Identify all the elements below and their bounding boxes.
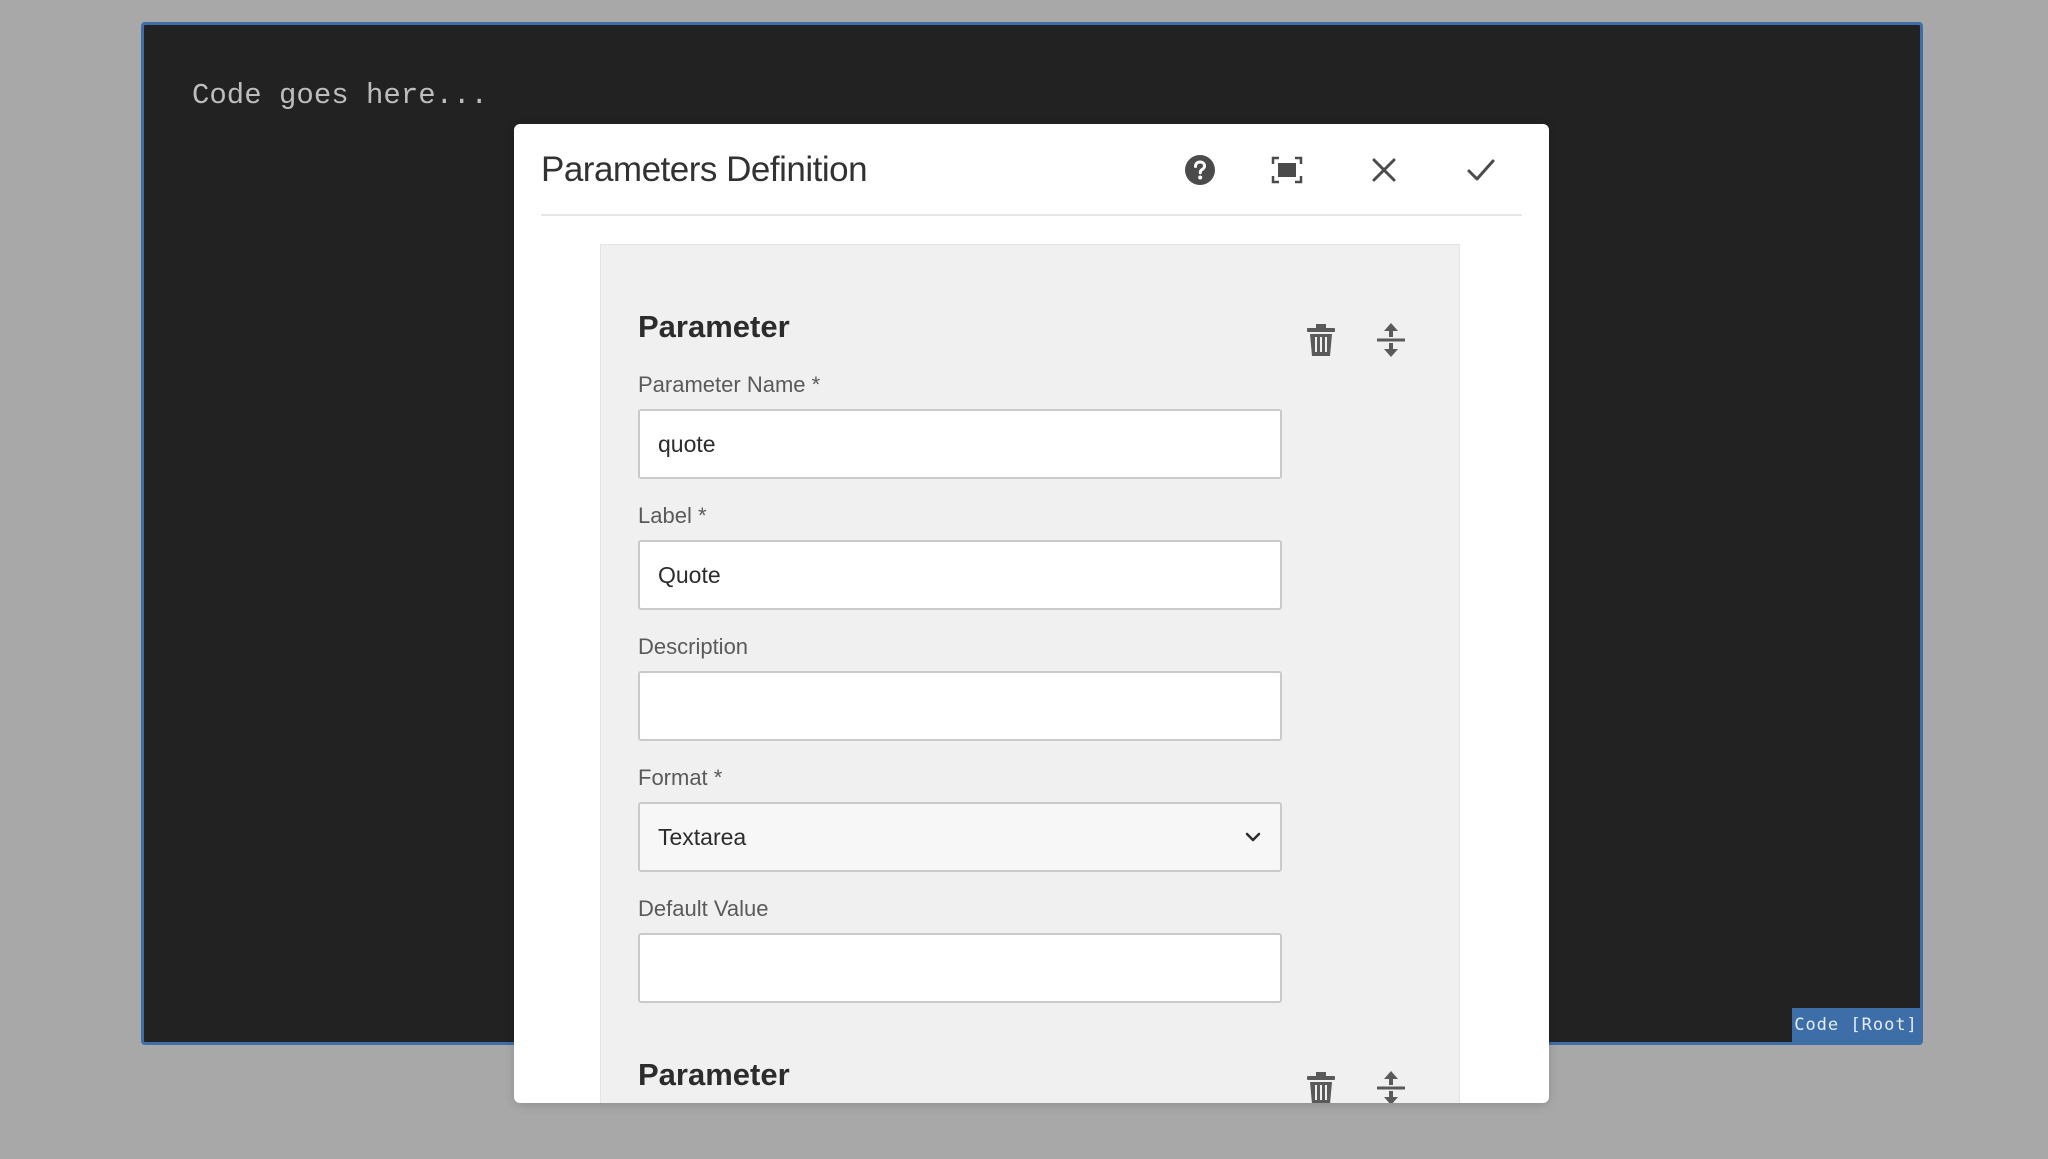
chevron-down-icon — [1245, 832, 1261, 842]
code-placeholder: Code goes here... — [192, 79, 488, 112]
parameter-heading: Parameter — [638, 309, 790, 344]
label-value: Quote — [658, 561, 721, 588]
parameter-item: Parameter — [638, 1057, 1428, 1103]
help-button[interactable] — [1178, 148, 1222, 192]
reorder-parameter-handle[interactable] — [1369, 318, 1413, 362]
label-input[interactable]: Quote — [638, 540, 1282, 610]
close-button[interactable] — [1362, 148, 1406, 192]
delete-parameter-button[interactable] — [1299, 318, 1343, 362]
parameters-panel[interactable]: Parameter Parameter Name * quote Label *… — [600, 244, 1460, 1103]
label-field-label: Label * — [638, 503, 707, 528]
default-value-input[interactable] — [638, 933, 1282, 1003]
parameter-item: Parameter Parameter Name * quote Label *… — [638, 309, 1428, 1003]
parameter-name-value: quote — [658, 430, 716, 457]
format-label: Format * — [638, 765, 723, 790]
code-root-tag: Code [Root] — [1792, 1008, 1920, 1042]
dialog-header: Parameters Definition — [541, 124, 1522, 216]
close-icon — [1372, 158, 1396, 182]
fullscreen-icon — [1271, 156, 1303, 184]
parameter-name-input[interactable]: quote — [638, 409, 1282, 479]
description-label: Description — [638, 634, 749, 659]
format-value: Textarea — [658, 823, 747, 850]
description-input[interactable] — [638, 671, 1282, 741]
reorder-icon — [1377, 323, 1405, 357]
format-select[interactable]: Textarea — [638, 802, 1282, 872]
delete-parameter-button[interactable] — [1299, 1066, 1343, 1103]
checkmark-icon — [1467, 159, 1495, 181]
parameter-heading: Parameter — [638, 1057, 790, 1092]
default-value-label: Default Value — [638, 896, 769, 921]
reorder-icon — [1377, 1071, 1405, 1103]
help-icon — [1185, 155, 1215, 185]
trash-icon — [1307, 324, 1335, 356]
fullscreen-button[interactable] — [1265, 148, 1309, 192]
confirm-button[interactable] — [1459, 148, 1503, 192]
parameter-name-label: Parameter Name * — [638, 372, 821, 397]
trash-icon — [1307, 1072, 1335, 1103]
dialog-title: Parameters Definition — [541, 150, 868, 189]
parameters-dialog: Parameters Definition Parameter Paramete… — [514, 124, 1549, 1103]
reorder-parameter-handle[interactable] — [1369, 1066, 1413, 1103]
